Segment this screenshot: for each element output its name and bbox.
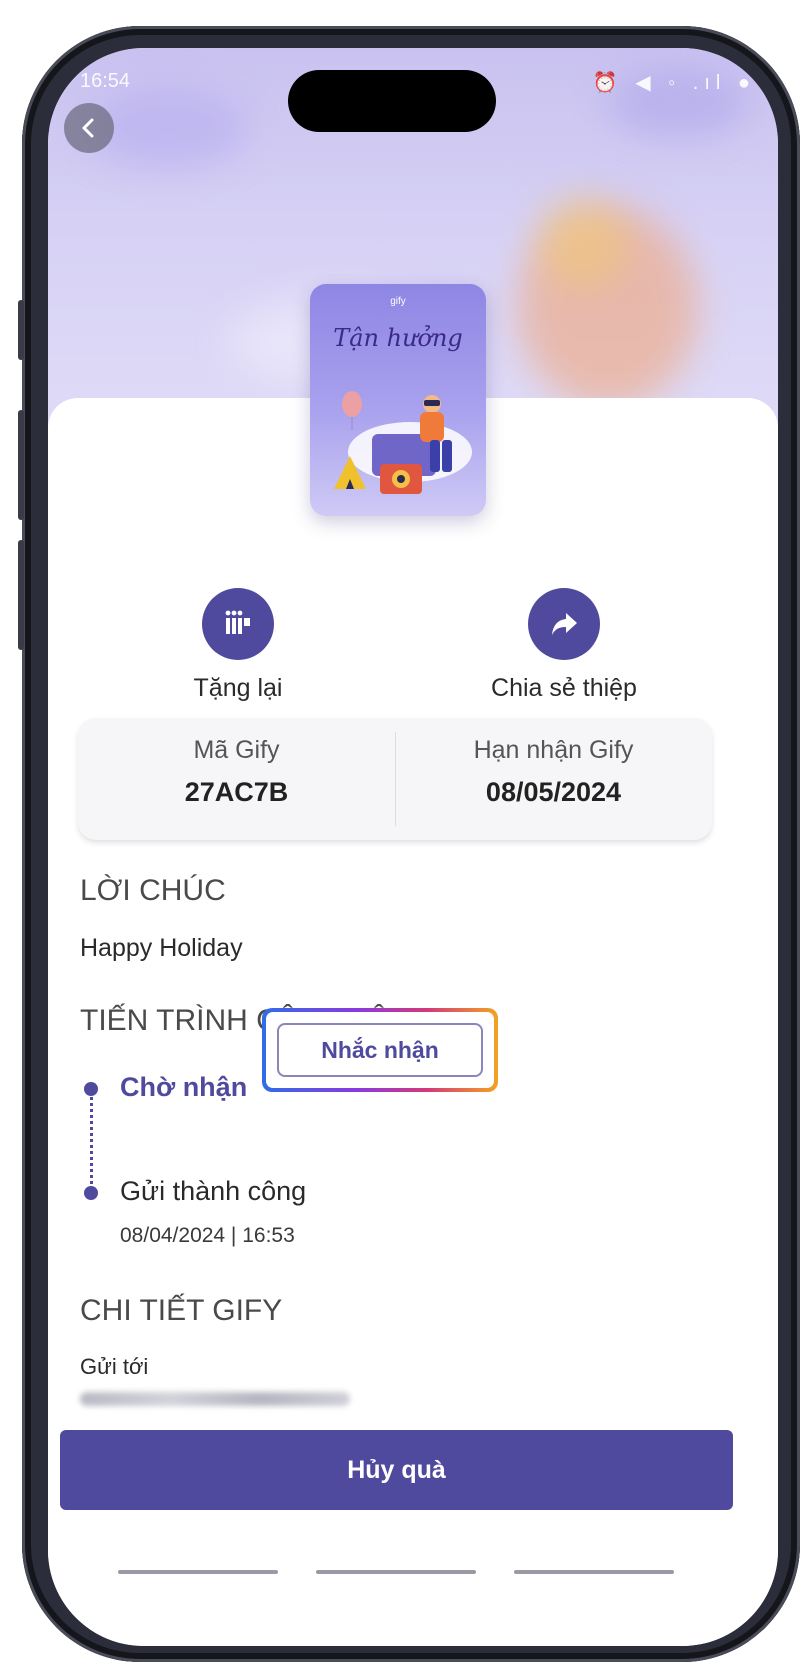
- details-heading: CHI TIẾT GIFY: [80, 1294, 283, 1327]
- step-pending-label: Chờ nhận: [120, 1072, 248, 1102]
- nav-indicator-3: [514, 1570, 674, 1574]
- greeting-heading: LỜI CHÚC: [80, 874, 226, 907]
- nav-indicator-2: [316, 1570, 476, 1574]
- remind-highlight: Nhắc nhận: [262, 1008, 498, 1092]
- remind-button[interactable]: Nhắc nhận: [277, 1023, 483, 1077]
- greeting-message: Happy Holiday: [80, 934, 243, 962]
- step-sent-label: Gửi thành công: [120, 1176, 307, 1206]
- progress-connector: [90, 1092, 93, 1184]
- regift-action[interactable]: Tặng lại: [168, 588, 308, 703]
- back-button[interactable]: [64, 103, 114, 153]
- phone-screen: 16:54 ⏰ ◀ ◦ .ıl ● gify Tận hưởng Tặng lạ…: [48, 48, 778, 1646]
- phone-side-button: [18, 300, 24, 360]
- share-card-button[interactable]: [528, 588, 600, 660]
- chevron-left-icon: [82, 118, 94, 138]
- gify-code-column: Mã Gify 27AC7B: [78, 718, 395, 840]
- gify-info-box: Mã Gify 27AC7B Hạn nhận Gify 08/05/2024: [78, 718, 712, 840]
- regift-button[interactable]: [202, 588, 274, 660]
- cancel-gift-button[interactable]: Hủy quà: [60, 1430, 733, 1510]
- share-card-label: Chia sẻ thiệp: [491, 674, 637, 702]
- gify-logo-icon: [225, 610, 250, 634]
- gify-deadline-label: Hạn nhận Gify: [473, 736, 634, 764]
- gify-deadline-column: Hạn nhận Gify 08/05/2024: [395, 718, 712, 840]
- dynamic-island: [288, 70, 496, 132]
- gify-code-value: 27AC7B: [184, 777, 289, 807]
- share-arrow-icon: [552, 613, 577, 635]
- phone-volume-up: [18, 410, 24, 520]
- gify-deadline-value: 08/05/2024: [485, 777, 622, 807]
- gift-card-thumbnail[interactable]: gify Tận hưởng: [310, 284, 486, 516]
- nav-indicator-1: [118, 1570, 278, 1574]
- step-sent-timestamp: 08/04/2024 | 16:53: [120, 1224, 295, 1247]
- recipient-name-blurred: [80, 1392, 350, 1406]
- status-icons: ⏰ ◀ ◦ .ıl ●: [592, 72, 756, 94]
- phone-volume-down: [18, 540, 24, 650]
- gify-code-label: Mã Gify: [193, 736, 280, 764]
- travel-illustration: [334, 391, 472, 494]
- progress-dot-sent: [84, 1186, 98, 1200]
- status-time: 16:54: [80, 70, 131, 92]
- regift-label: Tặng lại: [193, 674, 283, 702]
- share-card-action[interactable]: Chia sẻ thiệp: [474, 588, 654, 703]
- sent-to-label: Gửi tới: [80, 1354, 149, 1379]
